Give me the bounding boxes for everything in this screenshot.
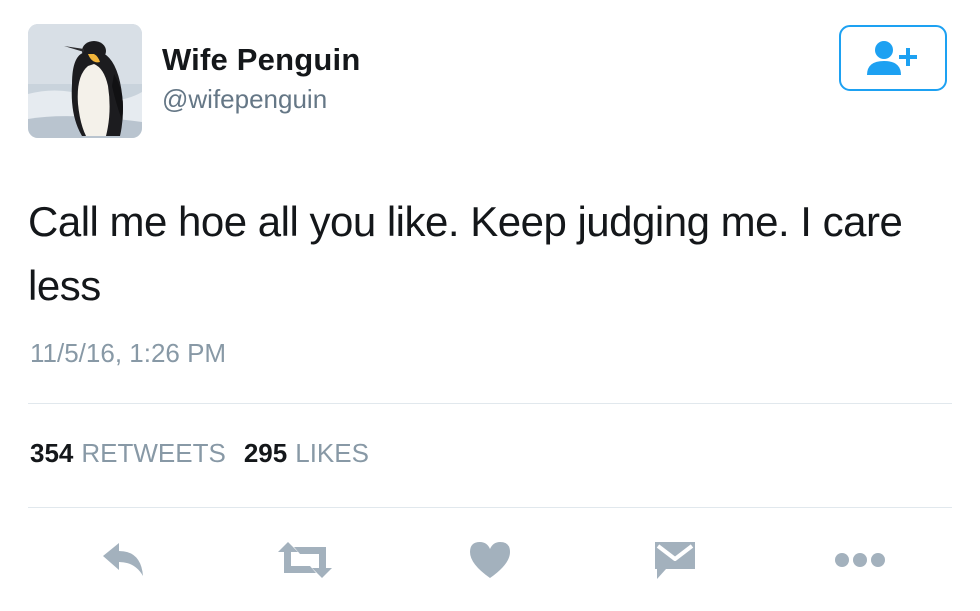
likes-count[interactable]: 295: [244, 438, 287, 468]
retweet-button[interactable]: [275, 535, 335, 585]
retweets-label[interactable]: RETWEETS: [81, 438, 225, 468]
divider: [28, 507, 952, 508]
like-button[interactable]: [460, 535, 520, 585]
retweets-count[interactable]: 354: [30, 438, 73, 468]
likes-label[interactable]: LIKES: [295, 438, 369, 468]
more-options-button[interactable]: [830, 535, 890, 585]
tweet-timestamp[interactable]: 11/5/16, 1:26 PM: [30, 338, 226, 369]
avatar[interactable]: [28, 24, 142, 138]
divider: [28, 403, 952, 404]
reply-icon: [103, 543, 143, 576]
tweet-stats: 354 RETWEETS 295 LIKES: [30, 438, 387, 469]
heart-icon: [470, 542, 510, 578]
tweet-text: Call me hoe all you like. Keep judging m…: [28, 198, 903, 309]
retweet-icon: [278, 542, 332, 578]
more-dots-icon: [835, 553, 885, 567]
display-name[interactable]: Wife Penguin: [162, 42, 360, 78]
add-user-icon: [867, 41, 917, 75]
penguin-avatar-image: [28, 24, 142, 138]
reply-button[interactable]: [93, 535, 153, 585]
follow-button[interactable]: [839, 25, 947, 91]
direct-message-button[interactable]: [645, 535, 705, 585]
user-handle[interactable]: @wifepenguin: [162, 84, 327, 115]
envelope-icon: [655, 542, 695, 579]
